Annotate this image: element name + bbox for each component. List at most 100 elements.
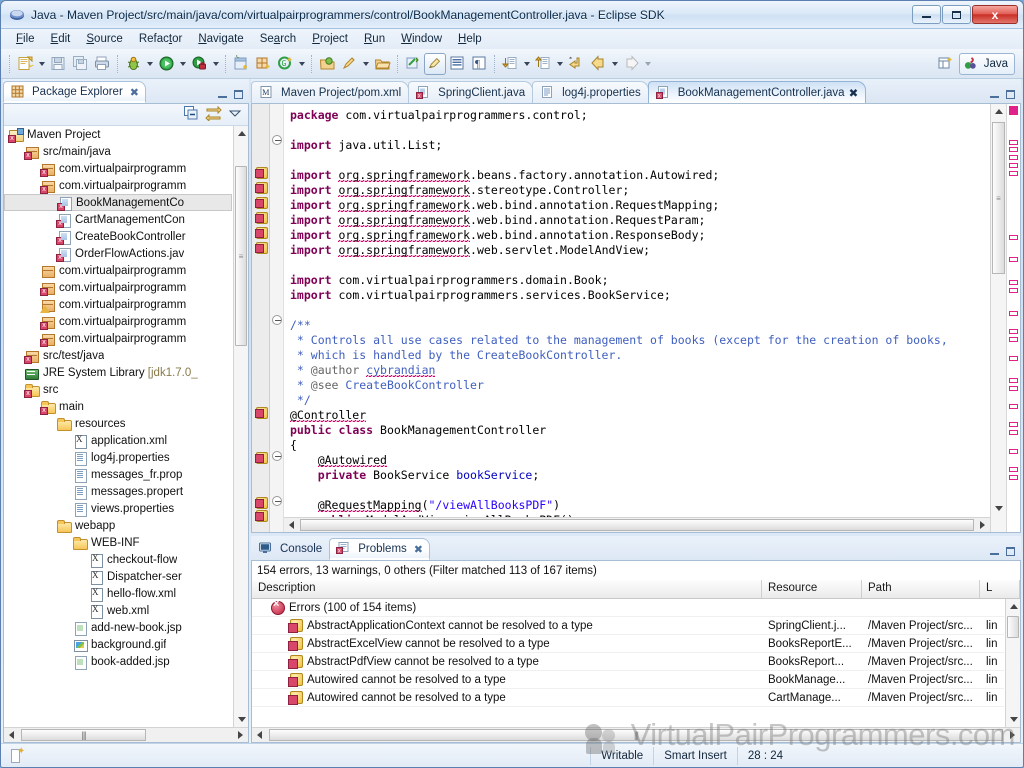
view-menu-icon[interactable] [228,106,242,123]
scroll-right-icon[interactable] [1005,728,1020,743]
editor-vertical-scrollbar[interactable]: ≡ [990,104,1006,532]
save-icon[interactable] [47,53,69,75]
toggle-block-selection-icon[interactable] [424,52,446,75]
column-header-path[interactable]: Path [862,580,980,598]
table-row[interactable]: AbstractPdfView cannot be resolved to a … [252,653,1004,671]
maximize-button[interactable] [942,5,971,24]
code-editor[interactable]: package com.virtualpairprogrammers.contr… [251,103,1021,533]
next-annotation-icon[interactable] [499,53,521,75]
scrollbar-thumb[interactable]: ||| [269,729,1003,741]
annotation-ruler[interactable] [252,104,270,532]
minimize-icon[interactable] [988,88,1001,101]
tree-item[interactable]: com.virtualpairprogramm [4,262,232,279]
editor-tab-bookmanagementcontroller-java[interactable]: x BookManagementController.java ✖ [647,81,867,103]
tree-item[interactable]: book-added.jsp [4,653,232,670]
tree-item[interactable]: JRE System Library [jdk1.7.0_ [4,364,232,381]
table-row[interactable]: AbstractApplicationContext cannot be res… [252,617,1004,635]
tree-item[interactable]: webapp [4,517,232,534]
tree-item[interactable]: com.virtualpairprogramm [4,296,232,313]
save-all-icon[interactable] [69,53,91,75]
tab-package-explorer[interactable]: Package Explorer ✖ [3,81,146,103]
menu-help[interactable]: Help [451,31,489,47]
tree-item[interactable]: messages_fr.prop [4,466,232,483]
problems-rows[interactable]: Errors (100 of 154 items) AbstractApplica… [252,599,1020,727]
scrollbar-thumb[interactable] [1007,616,1019,638]
tree-item[interactable]: resources [4,415,232,432]
search-dropdown-icon[interactable] [360,53,371,75]
debug-icon[interactable] [122,53,144,75]
code-text-area[interactable]: package com.virtualpairprogrammers.contr… [284,104,990,532]
scrollbar-thumb[interactable]: ≡ [235,166,247,346]
scroll-right-icon[interactable] [233,728,248,743]
scroll-left-icon[interactable] [4,728,19,743]
scrollbar-thumb[interactable] [300,519,974,531]
scroll-down-icon[interactable] [991,501,1006,516]
search-icon[interactable] [338,53,360,75]
perspective-java-button[interactable]: Java [958,52,1015,75]
table-row[interactable]: AbstractExcelView cannot be resolved to … [252,635,1004,653]
open-type-icon[interactable] [316,53,338,75]
tree-item[interactable]: log4j.properties [4,449,232,466]
source-code[interactable]: package com.virtualpairprogrammers.contr… [284,104,990,528]
new-wizard-dropdown-icon[interactable] [36,53,47,75]
minimize-button[interactable] [912,5,941,24]
tree-item[interactable]: x com.virtualpairprogramm [4,330,232,347]
tab-problems[interactable]: x Problems ✖ [329,538,430,560]
external-tools-dropdown-icon[interactable] [210,53,221,75]
tree-item[interactable]: checkout-flow [4,551,232,568]
close-button[interactable]: x [972,5,1018,24]
tree-item[interactable]: x CartManagementCon [4,211,232,228]
scroll-up-icon[interactable] [1006,599,1020,614]
menu-project[interactable]: Project [305,31,355,47]
run-dropdown-icon[interactable] [177,53,188,75]
editor-tab-log4j-properties[interactable]: log4j.properties [532,81,649,103]
scroll-right-icon[interactable] [975,518,990,533]
collapse-all-icon[interactable] [183,105,199,124]
tree-item[interactable]: application.xml [4,432,232,449]
tree-item[interactable]: WEB-INF [4,534,232,551]
tree-item[interactable]: x com.virtualpairprogramm [4,177,232,194]
tree-item[interactable]: add-new-book.jsp [4,619,232,636]
scroll-down-icon[interactable] [1006,712,1020,727]
new-annotation-icon[interactable]: G [274,53,296,75]
menu-file[interactable]: File [9,31,42,47]
debug-dropdown-icon[interactable] [144,53,155,75]
folding-ruler[interactable] [270,104,284,532]
overview-ruler[interactable] [1006,104,1020,532]
project-tree[interactable]: x Maven Project x src/main/java x com.virtual… [4,126,248,727]
problems-vertical-scrollbar[interactable] [1005,599,1020,727]
menu-source[interactable]: Source [79,31,129,47]
previous-annotation-dropdown-icon[interactable] [554,53,565,75]
open-task-icon[interactable] [371,53,393,75]
column-header-location[interactable]: L [980,580,1020,598]
tree-item[interactable]: views.properties [4,500,232,517]
tree-item[interactable]: background.gif [4,636,232,653]
tree-item[interactable]: messages.propert [4,483,232,500]
tree-item[interactable]: x CreateBookController [4,228,232,245]
tree-item[interactable]: web.xml [4,602,232,619]
menu-refactor[interactable]: Refactor [132,31,189,47]
run-icon[interactable] [155,53,177,75]
scroll-down-icon[interactable] [234,712,248,727]
tree-horizontal-scrollbar[interactable]: ||| [4,727,248,742]
editor-tab-springclient-java[interactable]: x SpringClient.java [408,81,534,103]
external-tools-icon[interactable] [188,53,210,75]
column-header-resource[interactable]: Resource [762,580,862,598]
column-header-description[interactable]: Description [252,580,762,598]
open-perspective-icon[interactable] [935,53,957,75]
new-class-icon[interactable]: C [230,53,252,75]
scroll-left-icon[interactable] [284,518,299,533]
problems-horizontal-scrollbar[interactable]: ||| [252,727,1020,742]
menu-run[interactable]: Run [357,31,392,47]
back-icon[interactable] [587,53,609,75]
editor-tab-pom-xml[interactable]: M Maven Project/pom.xml [251,81,410,103]
minimize-icon[interactable] [216,88,229,101]
close-icon[interactable]: ✖ [130,86,139,99]
scroll-up-icon[interactable] [991,104,1006,119]
tree-item[interactable]: hello-flow.xml [4,585,232,602]
scrollbar-thumb[interactable]: ≡ [992,122,1005,274]
close-icon[interactable]: ✖ [849,86,859,100]
scroll-up-icon[interactable] [234,126,248,141]
close-icon[interactable]: ✖ [414,543,423,556]
toggle-mark-occurrences-icon[interactable] [402,53,424,75]
